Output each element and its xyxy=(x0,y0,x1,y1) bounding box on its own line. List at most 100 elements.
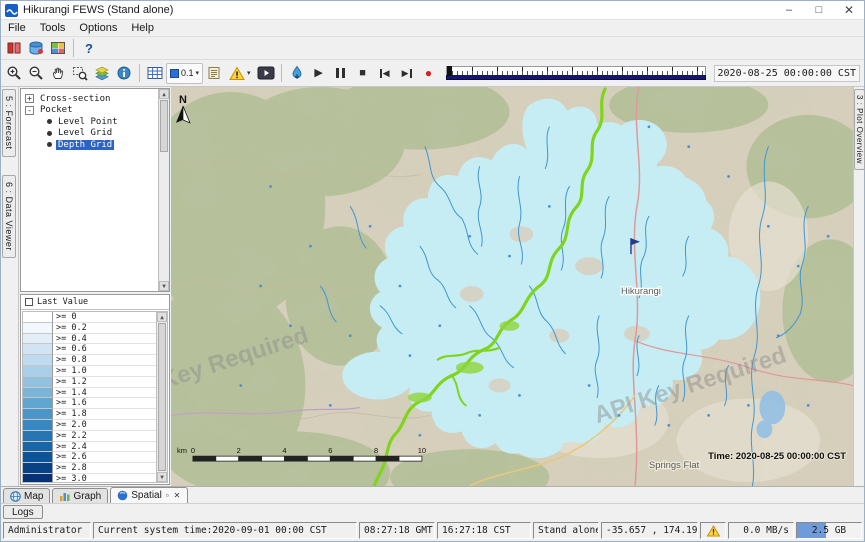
legend-label: >= 0 xyxy=(53,312,156,323)
layers-button[interactable] xyxy=(91,63,113,84)
close-button[interactable]: ✕ xyxy=(834,1,864,19)
time-range-bar xyxy=(446,75,706,80)
profile-tool-button[interactable] xyxy=(286,63,308,84)
warning-icon xyxy=(707,525,720,537)
legend-title: Last Value xyxy=(37,297,88,307)
minimize-button[interactable]: – xyxy=(774,1,804,19)
status-system-time: Current system time:2020-09-01 00:00 CST xyxy=(93,522,357,539)
tab-forecast[interactable]: 5 : Forecast xyxy=(2,89,16,157)
scroll-down-icon[interactable]: ▼ xyxy=(157,472,167,482)
legend-scrollbar[interactable]: ▲ ▼ xyxy=(156,312,167,482)
scroll-down-icon[interactable]: ▼ xyxy=(159,281,169,291)
tree-item-label-selected: Depth Grid xyxy=(56,140,114,150)
record-button[interactable]: ● xyxy=(418,63,440,84)
tab-restore-icon[interactable]: ▫ xyxy=(165,491,170,500)
tab-plot-overview[interactable]: 3 : Plot Overview xyxy=(854,89,865,170)
legend-swatch xyxy=(23,377,53,388)
expand-icon[interactable]: + xyxy=(25,94,34,103)
help-button[interactable]: ? xyxy=(78,38,100,59)
legend-row: >= 2.8 xyxy=(23,463,156,474)
menu-file[interactable]: File xyxy=(1,22,33,34)
collapse-icon[interactable]: - xyxy=(25,106,34,115)
status-mode: Stand alone xyxy=(533,522,599,539)
tree-item-cross-section[interactable]: + Cross-section xyxy=(25,93,167,105)
tab-graph-label: Graph xyxy=(73,491,101,502)
tree-item-level-point[interactable]: Level Point xyxy=(25,116,167,128)
step-back-button[interactable]: ◀ xyxy=(374,63,396,84)
legend-row: >= 2.4 xyxy=(23,442,156,453)
status-memory: 2.5 GB xyxy=(796,522,862,539)
legend-row: >= 0.8 xyxy=(23,355,156,366)
time-ruler[interactable] xyxy=(446,66,706,75)
svg-text:0: 0 xyxy=(191,446,195,455)
svg-text:10: 10 xyxy=(418,446,426,455)
bullet-icon xyxy=(47,142,52,147)
chevron-down-icon: ▾ xyxy=(196,69,200,77)
time-cursor[interactable] xyxy=(447,66,452,76)
warnings-dropdown[interactable]: ▾ xyxy=(225,63,255,84)
menu-options[interactable]: Options xyxy=(72,22,124,34)
database-button[interactable] xyxy=(25,38,47,59)
tree-item-depth-grid[interactable]: Depth Grid xyxy=(25,139,167,151)
tab-spatial[interactable]: Spatial ▫ ✕ xyxy=(110,487,188,503)
bottom-tab-bar: Map Graph Spatial ▫ ✕ xyxy=(1,486,864,503)
legend-row: >= 1.6 xyxy=(23,398,156,409)
pause-button[interactable] xyxy=(330,63,352,84)
application-window: Hikurangi FEWS (Stand alone) – □ ✕ File … xyxy=(0,0,865,542)
zoom-region-button[interactable] xyxy=(69,63,91,84)
legend-swatch xyxy=(23,420,53,431)
map-time-label: Time: 2020-08-25 00:00:00 CST xyxy=(708,451,846,462)
scrollbar-thumb[interactable] xyxy=(158,323,166,471)
tab-graph[interactable]: Graph xyxy=(52,488,108,503)
tree-item-label: Level Grid xyxy=(56,128,114,138)
play-button[interactable]: ▶ xyxy=(308,63,330,84)
legend-swatch xyxy=(23,323,53,334)
stop-button[interactable]: ■ xyxy=(352,63,374,84)
scrollbar-thumb[interactable] xyxy=(160,100,168,152)
last-value-checkbox[interactable] xyxy=(25,298,33,306)
legend-swatch xyxy=(23,463,53,474)
legend-row: >= 3.0 xyxy=(23,474,156,483)
legend-swatch xyxy=(23,388,53,399)
tree-item-level-grid[interactable]: Level Grid xyxy=(25,128,167,140)
info-button[interactable] xyxy=(113,63,135,84)
svg-text:8: 8 xyxy=(374,446,378,455)
tree-item-pocket[interactable]: - Pocket xyxy=(25,105,167,117)
tab-map[interactable]: Map xyxy=(3,488,50,503)
zoom-in-button[interactable] xyxy=(3,63,25,84)
tab-close-icon[interactable]: ✕ xyxy=(173,491,182,500)
time-slider[interactable] xyxy=(446,66,706,80)
scroll-up-icon[interactable]: ▲ xyxy=(159,89,169,99)
legend-row: >= 2.0 xyxy=(23,420,156,431)
scroll-up-icon[interactable]: ▲ xyxy=(157,312,167,322)
import-button[interactable] xyxy=(3,38,25,59)
movie-player-button[interactable] xyxy=(255,63,277,84)
zoom-out-button[interactable] xyxy=(25,63,47,84)
grid-display-button[interactable] xyxy=(144,63,166,84)
forecast-panel: + Cross-section - Pocket Level Point Lev… xyxy=(19,87,171,486)
toolbar-separator xyxy=(139,64,140,82)
opacity-dropdown[interactable]: 0.1 ▾ xyxy=(166,63,203,84)
status-alert-cell[interactable] xyxy=(700,522,726,539)
logs-button[interactable]: Logs xyxy=(3,505,43,519)
svg-text:6: 6 xyxy=(328,446,332,455)
map-canvas[interactable]: API Key Required API Key Required Hikura… xyxy=(171,87,853,486)
opacity-value: 0.1 xyxy=(181,68,194,78)
pan-hand-button[interactable] xyxy=(47,63,69,84)
sphere-icon xyxy=(117,490,128,501)
tree-scrollbar[interactable]: ▲ ▼ xyxy=(158,89,169,291)
legend-label: >= 0.8 xyxy=(53,355,156,366)
maximize-button[interactable]: □ xyxy=(804,1,834,19)
status-coordinates: -35.657 , 174.199 xyxy=(601,522,698,539)
tab-map-label: Map xyxy=(24,491,43,502)
report-button[interactable] xyxy=(203,63,225,84)
menu-tools[interactable]: Tools xyxy=(33,22,73,34)
map-display-button[interactable] xyxy=(47,38,69,59)
menu-help[interactable]: Help xyxy=(124,22,161,34)
map-svg: API Key Required API Key Required Hikura… xyxy=(171,87,853,486)
svg-text:km: km xyxy=(177,446,187,455)
step-forward-button[interactable]: ▶ xyxy=(396,63,418,84)
tab-data-viewer[interactable]: 6 : Data Viewer xyxy=(2,175,16,258)
chevron-down-icon: ▾ xyxy=(247,69,251,77)
legend-row: >= 2.6 xyxy=(23,452,156,463)
